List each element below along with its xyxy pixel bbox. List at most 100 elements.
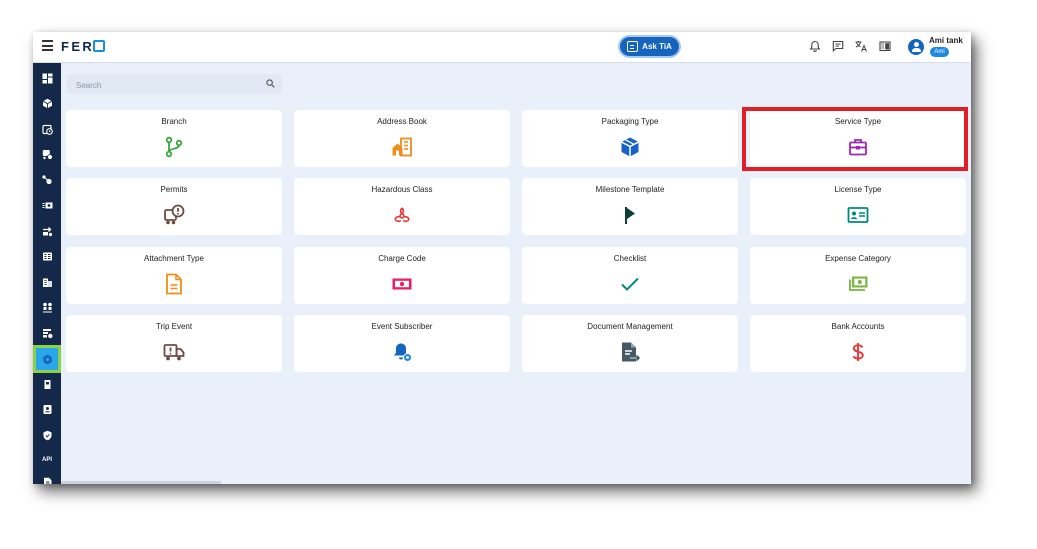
flag-icon — [619, 204, 641, 226]
sidebar-item-bin[interactable] — [37, 374, 57, 394]
tile-address-book[interactable]: Address Book — [294, 110, 510, 167]
ask-tia-label: Ask TiA — [642, 42, 672, 51]
chat-bot-icon — [627, 41, 639, 52]
package-box-icon — [619, 136, 641, 158]
branch-icon — [163, 136, 185, 158]
sidebar-item-fleet[interactable] — [37, 144, 57, 164]
notification-bell-icon[interactable] — [808, 39, 822, 53]
sidebar-item-settings[interactable] — [33, 345, 61, 373]
money-list-icon — [42, 202, 52, 208]
tile-title: Service Type — [834, 117, 882, 126]
user-role-badge: Ami — [930, 47, 949, 57]
app-window: FER Ask TiA Ami tank Ami API Search Bran… — [33, 32, 971, 484]
tile-title: Bank Accounts — [831, 322, 885, 331]
document-icon — [43, 477, 51, 484]
bin-icon — [44, 379, 50, 389]
tile-packaging-type[interactable]: Packaging Type — [522, 110, 738, 167]
sidebar-item-package[interactable] — [37, 93, 57, 113]
sidebar-item-contacts[interactable] — [37, 399, 57, 419]
tile-branch[interactable]: Branch — [66, 110, 282, 167]
package-icon — [42, 98, 52, 108]
document-export-icon — [619, 341, 641, 363]
user-avatar-icon[interactable] — [908, 39, 924, 55]
user-name[interactable]: Ami tank — [929, 36, 963, 45]
sidebar-item-network[interactable] — [37, 170, 57, 190]
app-logo[interactable]: FER — [61, 39, 106, 54]
translate-icon[interactable] — [854, 39, 868, 53]
tile-event-subscriber[interactable]: Event Subscriber — [294, 315, 510, 372]
tile-title: Hazardous Class — [371, 185, 433, 194]
sidebar-item-security[interactable] — [37, 425, 57, 445]
nodes-icon — [41, 174, 52, 184]
logo-mark-icon — [93, 40, 106, 52]
address-book-icon — [391, 136, 413, 158]
shield-icon — [43, 430, 51, 440]
tile-trip-event[interactable]: Trip Event — [66, 315, 282, 372]
book-icon[interactable] — [878, 39, 892, 53]
tile-attachment-type[interactable]: Attachment Type — [66, 247, 282, 304]
tile-title: License Type — [834, 185, 882, 194]
sidebar: API — [33, 63, 61, 484]
tile-milestone-template[interactable]: Milestone Template — [522, 178, 738, 235]
tile-title: Branch — [161, 117, 187, 126]
message-icon[interactable] — [831, 39, 845, 53]
sidebar-item-billing[interactable] — [37, 195, 57, 215]
sidebar-item-buildings[interactable] — [37, 272, 57, 292]
people-icon — [42, 302, 52, 312]
shipping-settings-icon — [42, 328, 52, 338]
tile-license-type[interactable]: License Type — [750, 178, 966, 235]
dashboard-icon — [42, 73, 52, 83]
trip-truck-icon — [163, 341, 185, 363]
settings-gear-icon — [42, 354, 52, 364]
sidebar-item-dashboard[interactable] — [37, 68, 57, 88]
sidebar-item-documents[interactable] — [37, 472, 57, 484]
tile-checklist[interactable]: Checklist — [522, 247, 738, 304]
sidebar-item-shipping-settings[interactable] — [37, 323, 57, 343]
tile-title: Attachment Type — [144, 254, 204, 263]
sidebar-item-api[interactable]: API — [37, 450, 57, 470]
sidebar-item-people[interactable] — [37, 297, 57, 317]
tile-hazardous-class[interactable]: Hazardous Class — [294, 178, 510, 235]
tile-document-management[interactable]: Document Management — [522, 315, 738, 372]
banknote-icon — [391, 273, 413, 295]
cash-stack-icon — [847, 273, 869, 295]
tile-title: Trip Event — [155, 322, 193, 331]
search-icon[interactable] — [266, 79, 275, 88]
building-icon — [42, 278, 52, 287]
sidebar-item-transfer[interactable] — [37, 221, 57, 241]
search-bar — [67, 74, 282, 94]
check-icon — [619, 273, 641, 295]
biohazard-icon — [391, 204, 413, 226]
tile-charge-code[interactable]: Charge Code — [294, 247, 510, 304]
tile-title: Event Subscriber — [371, 322, 433, 331]
toolbox-icon — [847, 136, 869, 158]
tile-title: Checklist — [613, 254, 647, 263]
calendar-clock-icon — [41, 124, 53, 135]
logo-text: FER — [61, 39, 95, 54]
tile-title: Address Book — [377, 117, 427, 126]
tile-title: Charge Code — [378, 254, 426, 263]
ask-tia-button[interactable]: Ask TiA — [620, 37, 679, 56]
sidebar-item-schedule[interactable] — [37, 119, 57, 139]
truck-settings-icon — [42, 149, 53, 160]
transfer-icon — [42, 226, 52, 236]
search-input[interactable] — [74, 77, 258, 93]
bell-gear-icon — [391, 341, 413, 363]
tile-expense-category[interactable]: Expense Category — [750, 247, 966, 304]
license-card-icon — [847, 204, 869, 226]
tile-permits[interactable]: Permits — [66, 178, 282, 235]
tile-title: Packaging Type — [601, 117, 659, 126]
permit-truck-icon — [163, 204, 185, 226]
contacts-icon — [43, 404, 51, 414]
tile-title: Milestone Template — [595, 185, 665, 194]
tile-title: Expense Category — [825, 254, 891, 263]
hamburger-menu-icon[interactable] — [42, 40, 53, 52]
tile-title: Document Management — [587, 322, 673, 331]
tile-bank-accounts[interactable]: Bank Accounts — [750, 315, 966, 372]
tile-service-type[interactable]: Service Type — [750, 110, 966, 167]
sidebar-item-cash[interactable] — [37, 246, 57, 266]
horizontal-scrollbar[interactable] — [61, 481, 221, 484]
dollar-icon — [847, 341, 869, 363]
api-icon: API — [41, 457, 52, 463]
file-text-icon — [163, 273, 185, 295]
